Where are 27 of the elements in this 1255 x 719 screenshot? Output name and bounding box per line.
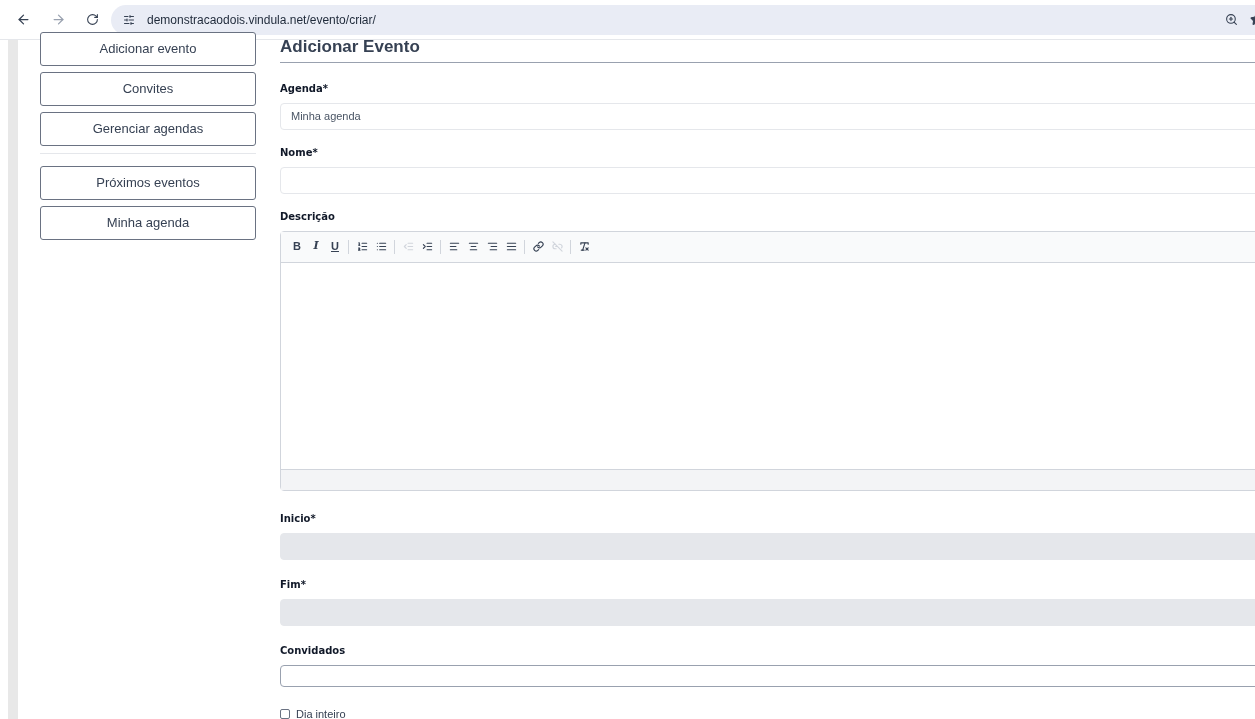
- forward-icon[interactable]: [51, 12, 66, 27]
- reload-icon[interactable]: [86, 13, 99, 26]
- sidebar-button[interactable]: Convites: [40, 72, 256, 106]
- field-label: Fim*: [280, 578, 306, 591]
- input-field[interactable]: [280, 664, 1255, 687]
- zoom-icon[interactable]: [1225, 13, 1238, 26]
- rich-text-editor[interactable]: B I U: [280, 230, 1255, 491]
- sidebar-button[interactable]: Próximos eventos: [40, 166, 256, 200]
- underline-button[interactable]: U: [327, 236, 343, 257]
- select-field[interactable]: Minha agenda: [280, 102, 1255, 130]
- field-label: Nome*: [280, 146, 318, 159]
- checkbox[interactable]: [280, 708, 290, 719]
- site-settings-icon[interactable]: [123, 13, 135, 26]
- field-label: Descrição: [280, 210, 335, 223]
- sidebar-button[interactable]: Gerenciar agendas: [40, 112, 256, 146]
- field-label: Inicio*: [280, 512, 316, 525]
- back-icon[interactable]: [16, 12, 31, 27]
- italic-button[interactable]: I: [308, 236, 324, 257]
- sidebar-button[interactable]: Minha agenda: [40, 206, 256, 240]
- bold-button[interactable]: B: [289, 236, 305, 257]
- sidebar-button[interactable]: Adicionar evento: [40, 32, 256, 66]
- field-label: Convidados: [280, 644, 346, 657]
- address-bar[interactable]: demonstracaodois.vindula.net/evento/criar/: [111, 4, 1255, 35]
- checkbox-label: Dia inteiro: [296, 706, 346, 719]
- page-title: Adicionar Evento: [280, 36, 420, 58]
- field-label: Agenda*: [280, 82, 328, 95]
- url-text: demonstracaodois.vindula.net/evento/criar/: [147, 11, 376, 29]
